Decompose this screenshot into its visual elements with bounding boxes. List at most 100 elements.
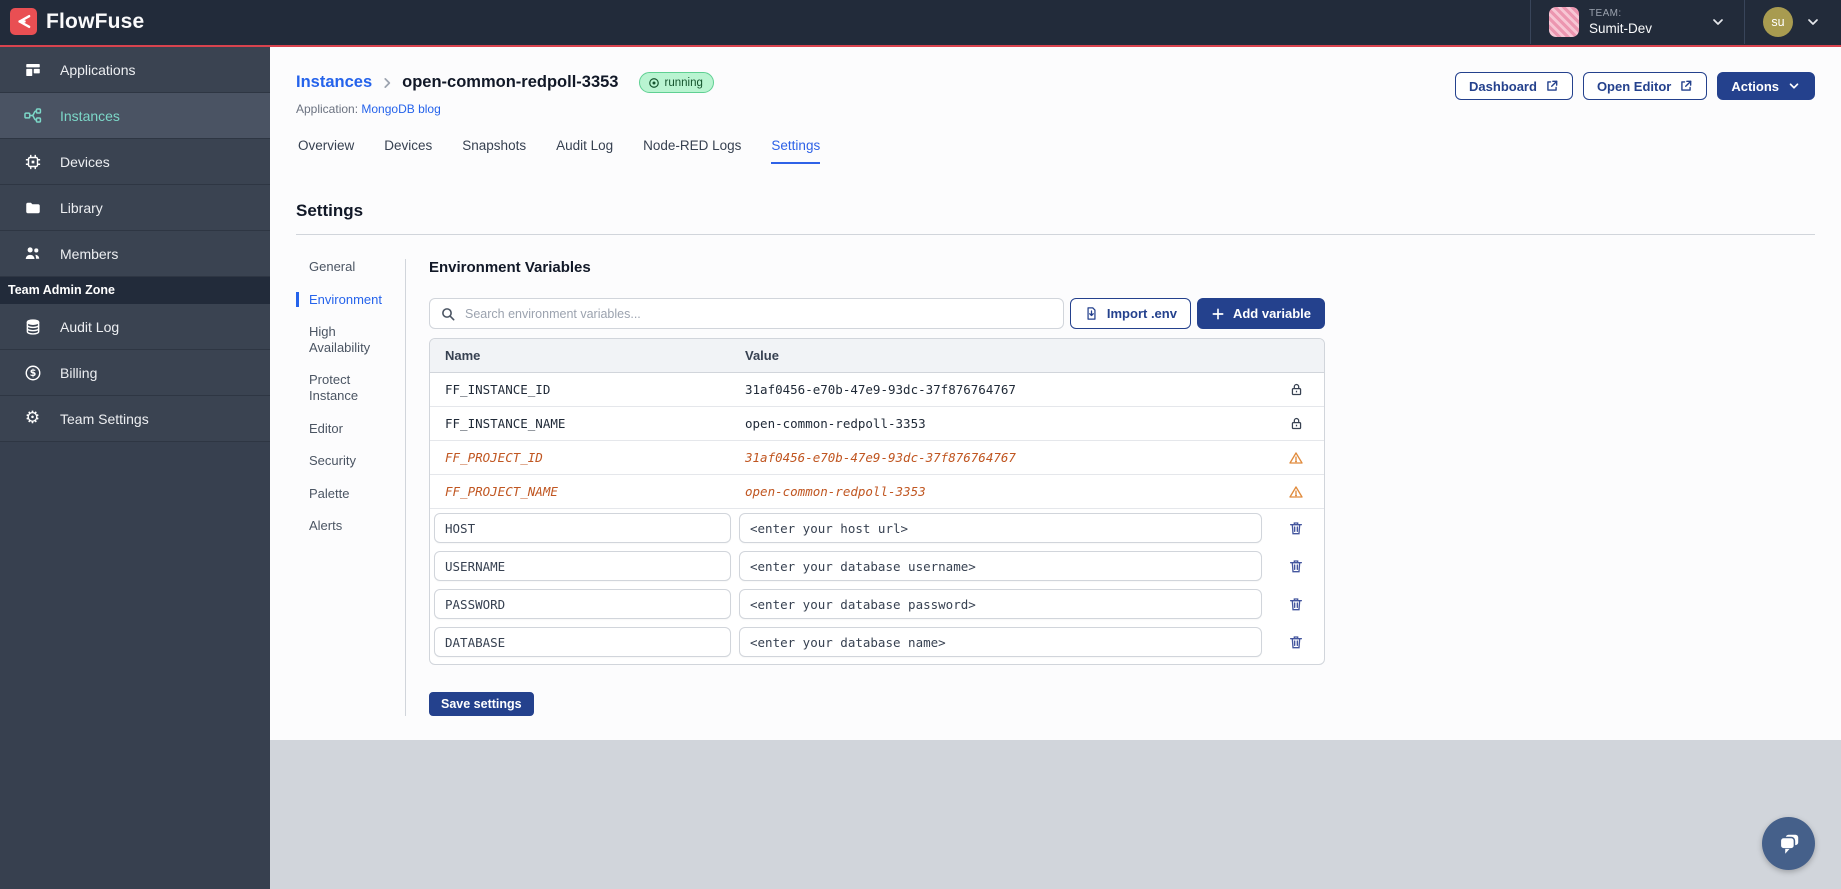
user-menu[interactable]: su xyxy=(1749,0,1831,44)
gear-icon: ⚙ xyxy=(24,408,41,428)
env-value-input[interactable] xyxy=(739,589,1262,619)
sidebar-item-team-settings[interactable]: ⚙ Team Settings xyxy=(0,396,270,442)
settings-nav: General Environment High Availability Pr… xyxy=(296,259,406,716)
sidebar-item-label: Applications xyxy=(60,61,136,78)
flowfuse-logo-icon xyxy=(10,8,37,35)
env-variables-title: Environment Variables xyxy=(429,259,591,276)
sidebar-item-applications[interactable]: Applications xyxy=(0,47,270,93)
lock-icon xyxy=(1291,417,1301,430)
sidebar-item-label: Devices xyxy=(60,153,110,170)
external-link-icon xyxy=(1681,80,1692,91)
topbar-divider xyxy=(1529,0,1531,44)
brand-name: FlowFuse xyxy=(46,9,145,33)
env-name-input[interactable] xyxy=(434,589,731,619)
sidebar: Applications Instances Devices Library M… xyxy=(0,47,270,889)
tab-audit-log[interactable]: Audit Log xyxy=(556,138,613,164)
settings-nav-security[interactable]: Security xyxy=(296,453,405,469)
delete-variable-button[interactable] xyxy=(1288,558,1304,574)
tab-node-red-logs[interactable]: Node-RED Logs xyxy=(643,138,741,164)
search-input[interactable] xyxy=(465,306,1053,321)
main-content: Instances open-common-redpoll-3353 runni… xyxy=(270,47,1841,740)
tab-devices[interactable]: Devices xyxy=(384,138,432,164)
table-row: FF_PROJECT_NAME open-common-redpoll-3353 xyxy=(430,475,1324,509)
chat-icon xyxy=(1779,834,1798,854)
plus-icon xyxy=(1212,308,1224,319)
trash-icon xyxy=(1290,636,1302,649)
env-row-host xyxy=(430,509,1324,547)
settings-nav-high-availability[interactable]: High Availability xyxy=(296,324,405,355)
chat-widget-button[interactable] xyxy=(1762,817,1815,870)
sidebar-item-label: Billing xyxy=(60,364,98,381)
tab-overview[interactable]: Overview xyxy=(298,138,354,164)
library-icon xyxy=(23,198,42,217)
chevron-down-icon xyxy=(1805,14,1821,30)
env-variables-table: Name Value FF_INSTANCE_ID 31af0456-e70b-… xyxy=(429,338,1325,665)
settings-divider xyxy=(296,234,1815,235)
delete-variable-button[interactable] xyxy=(1288,634,1304,650)
chevron-down-icon xyxy=(1710,14,1726,30)
sidebar-item-billing[interactable]: $ Billing xyxy=(0,350,270,396)
sidebar-item-instances[interactable]: Instances xyxy=(0,93,270,139)
applications-icon xyxy=(23,60,42,79)
trash-icon xyxy=(1290,560,1302,573)
team-label: TEAM: xyxy=(1588,7,1622,19)
env-search xyxy=(429,298,1064,329)
add-variable-button[interactable]: Add variable xyxy=(1196,298,1325,329)
settings-nav-palette[interactable]: Palette xyxy=(296,486,405,502)
svg-text:$: $ xyxy=(29,368,36,379)
table-row: FF_INSTANCE_NAME open-common-redpoll-335… xyxy=(430,407,1324,441)
env-row-username xyxy=(430,547,1324,585)
env-row-database xyxy=(430,623,1324,661)
env-name-input[interactable] xyxy=(434,627,731,657)
sidebar-filler xyxy=(0,442,270,889)
import-file-icon xyxy=(1087,307,1096,320)
sidebar-item-members[interactable]: Members xyxy=(0,231,270,277)
table-header: Name Value xyxy=(430,339,1324,373)
topbar-divider xyxy=(1744,0,1745,44)
warning-icon xyxy=(1289,451,1303,464)
settings-title: Settings xyxy=(296,201,364,220)
running-icon xyxy=(648,77,659,88)
save-settings-button[interactable]: Save settings xyxy=(429,692,534,716)
delete-variable-button[interactable] xyxy=(1288,520,1304,536)
env-value-input[interactable] xyxy=(739,551,1262,581)
sidebar-item-label: Instances xyxy=(60,107,120,124)
sidebar-item-label: Team Settings xyxy=(60,410,149,427)
trash-icon xyxy=(1290,522,1302,535)
table-row: FF_INSTANCE_ID 31af0456-e70b-47e9-93dc-3… xyxy=(430,373,1324,407)
dashboard-button[interactable]: Dashboard xyxy=(1455,72,1573,100)
search-icon xyxy=(442,307,455,320)
env-value-input[interactable] xyxy=(739,627,1262,657)
application-link[interactable]: MongoDB blog xyxy=(361,102,440,116)
audit-log-icon xyxy=(23,317,42,336)
brand[interactable]: FlowFuse xyxy=(10,8,144,35)
settings-nav-alerts[interactable]: Alerts xyxy=(296,518,405,534)
status-badge: running xyxy=(638,72,714,93)
env-value-input[interactable] xyxy=(739,513,1262,543)
open-editor-button[interactable]: Open Editor xyxy=(1582,72,1708,100)
settings-nav-general[interactable]: General xyxy=(296,259,405,275)
settings-nav-environment[interactable]: Environment xyxy=(296,291,405,308)
team-switcher[interactable]: TEAM: Sumit-Dev xyxy=(1535,0,1740,44)
tab-snapshots[interactable]: Snapshots xyxy=(462,138,526,164)
sidebar-item-audit-log[interactable]: Audit Log xyxy=(0,304,270,350)
env-name-input[interactable] xyxy=(434,513,731,543)
page-footer xyxy=(270,740,1841,889)
instances-icon xyxy=(23,106,42,125)
tab-settings[interactable]: Settings xyxy=(771,138,821,164)
settings-nav-editor[interactable]: Editor xyxy=(296,421,405,437)
column-header-value: Value xyxy=(745,348,779,363)
billing-icon: $ xyxy=(23,363,42,382)
chevron-down-icon xyxy=(1789,83,1799,89)
lock-icon xyxy=(1291,383,1301,396)
settings-nav-protect-instance[interactable]: Protect Instance xyxy=(296,372,405,403)
import-env-button[interactable]: Import .env xyxy=(1069,298,1191,329)
env-name-input[interactable] xyxy=(434,551,731,581)
breadcrumb-instances-link[interactable]: Instances xyxy=(296,73,372,92)
actions-button[interactable]: Actions xyxy=(1717,72,1815,100)
sidebar-item-devices[interactable]: Devices xyxy=(0,139,270,185)
sidebar-item-library[interactable]: Library xyxy=(0,185,270,231)
column-header-name: Name xyxy=(445,348,481,363)
delete-variable-button[interactable] xyxy=(1288,596,1304,612)
external-link-icon xyxy=(1547,80,1558,91)
